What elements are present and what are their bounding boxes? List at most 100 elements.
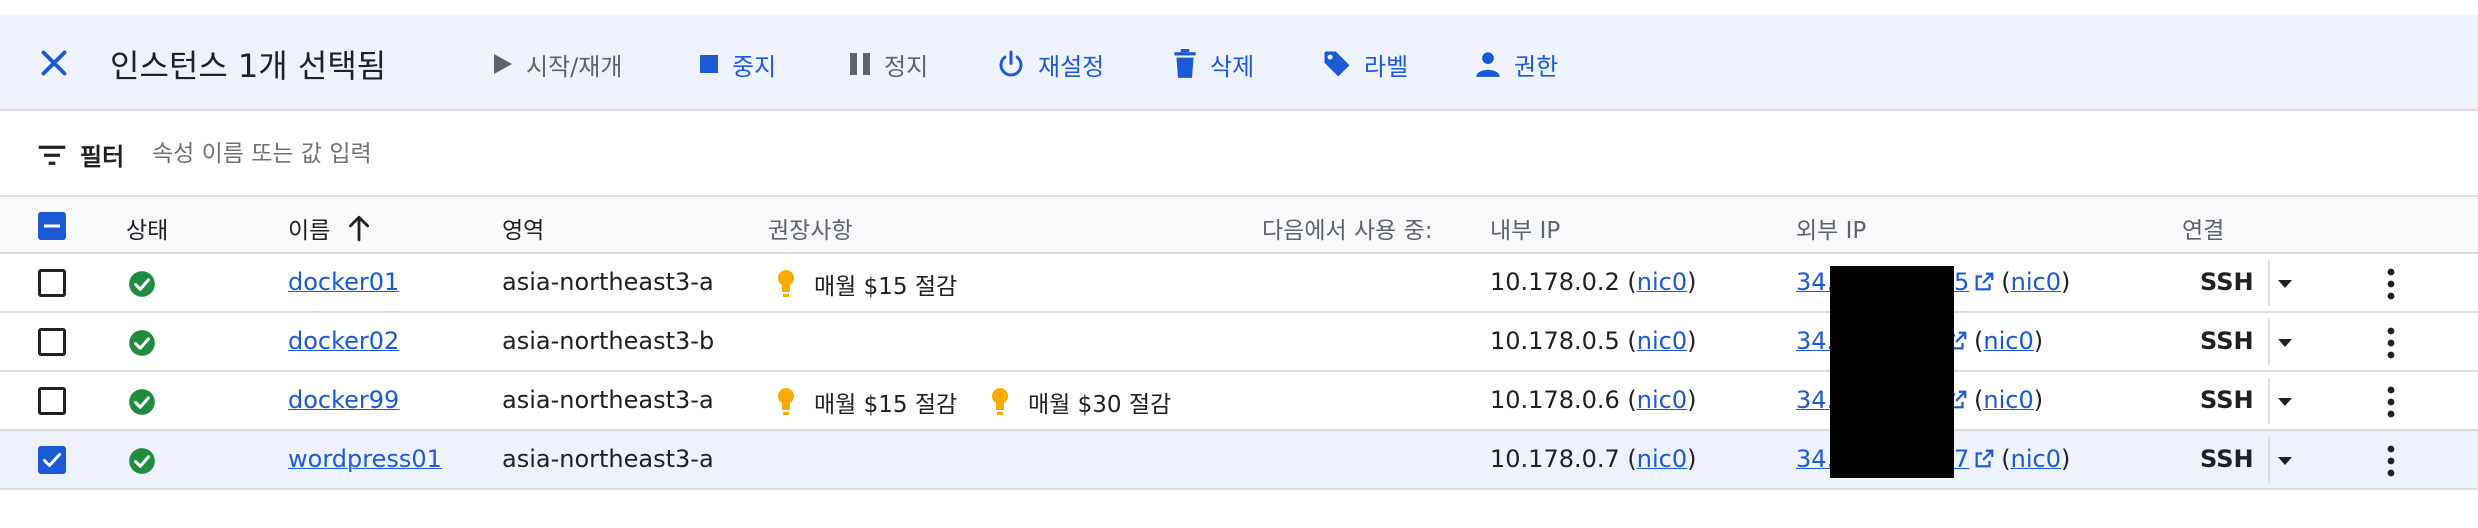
external-ip: 34. (1796, 268, 1834, 296)
row-checkbox[interactable] (38, 446, 66, 474)
stop-label: 중지 (732, 52, 777, 81)
caret-down-icon[interactable] (2272, 392, 2298, 412)
permissions-button[interactable]: 권한 (1474, 47, 1558, 81)
table-row[interactable]: docker01 asia-northeast3-a 매월 $15 절감 10.… (0, 254, 2478, 313)
instance-name-link[interactable]: docker99 (288, 386, 399, 414)
lightbulb-icon (778, 270, 794, 297)
delete-button[interactable]: 삭제 (1172, 47, 1254, 81)
more-vert-icon[interactable] (2376, 443, 2406, 479)
filter-label: 필터 (80, 143, 125, 171)
recommendation[interactable]: 매월 $15 절감 (776, 385, 957, 419)
column-recommendations[interactable]: 권장사항 (768, 211, 853, 245)
table-row[interactable]: docker02 asia-northeast3-b 10.178.0.5 (n… (0, 313, 2478, 372)
trash-icon (1174, 49, 1196, 78)
column-external-ip[interactable]: 외부 IP (1796, 211, 1866, 245)
recommendation[interactable]: 매월 $15 절감 (776, 267, 957, 301)
zone-value: asia-northeast3-a (502, 445, 714, 473)
internal-ip-value: 10.178.0.5 (1490, 327, 1620, 355)
internal-nic-link[interactable]: nic0 (1637, 268, 1687, 296)
labels-button[interactable]: 라벨 (1322, 47, 1408, 81)
column-internal-ip[interactable]: 내부 IP (1490, 211, 1560, 245)
open-in-new-icon[interactable] (1973, 448, 1995, 470)
table-header: 상태 이름 영역 권장사항 다음에서 사용 중: 내부 IP 외부 IP 연결 (0, 197, 2478, 254)
caret-down-icon[interactable] (2272, 451, 2298, 471)
stop-icon (700, 55, 718, 73)
check-circle-icon (129, 271, 155, 297)
recommendation-label: 매월 $15 절감 (814, 392, 958, 418)
play-icon (494, 54, 512, 74)
labels-label: 라벨 (1364, 52, 1409, 81)
column-status[interactable]: 상태 (126, 211, 168, 245)
external-ip-link[interactable]: 34. (1796, 445, 1834, 473)
power-icon (999, 50, 1023, 77)
external-ip-link-end[interactable]: 5 (1954, 268, 1969, 296)
ssh-button[interactable]: SSH (2200, 386, 2254, 414)
internal-nic-link[interactable]: nic0 (1637, 445, 1687, 473)
check-circle-icon (129, 389, 155, 415)
internal-ip-value: 10.178.0.2 (1490, 268, 1620, 296)
caret-down-icon[interactable] (2272, 274, 2298, 294)
external-ip-link[interactable]: 34. (1796, 268, 1834, 296)
row-checkbox[interactable] (38, 269, 66, 297)
suspend-button[interactable]: 정지 (848, 47, 928, 81)
more-vert-icon[interactable] (2376, 266, 2406, 302)
more-vert-icon[interactable] (2376, 384, 2406, 420)
external-ip-link-end[interactable]: 7 (1954, 445, 1969, 473)
external-nic-link[interactable]: nic0 (1983, 386, 2033, 414)
internal-ip: 10.178.0.2 (nic0) (1490, 268, 1697, 296)
column-name[interactable]: 이름 (288, 211, 372, 245)
external-ip-tail: (nic0) (1942, 386, 2043, 414)
minus-icon (44, 224, 60, 228)
instance-name-link[interactable]: docker01 (288, 268, 399, 296)
filter-bar: 필터 (0, 111, 2478, 197)
internal-ip-value: 10.178.0.7 (1490, 445, 1620, 473)
external-ip: 34. (1796, 386, 1834, 414)
recommendation-label: 매월 $15 절감 (814, 274, 958, 300)
external-ip-link[interactable]: 34. (1796, 386, 1834, 414)
stop-button[interactable]: 중지 (698, 47, 776, 81)
external-nic-link[interactable]: nic0 (1983, 327, 2033, 355)
ssh-button[interactable]: SSH (2200, 327, 2254, 355)
external-ip-tail: 5 (nic0) (1954, 268, 2071, 296)
row-checkbox[interactable] (38, 387, 66, 415)
external-ip-tail: (nic0) (1942, 327, 2043, 355)
open-in-new-icon[interactable] (1973, 271, 1995, 293)
check-circle-icon (129, 448, 155, 474)
close-icon[interactable] (36, 45, 72, 81)
more-vert-icon[interactable] (2376, 325, 2406, 361)
start-resume-button[interactable]: 시작/재개 (492, 47, 622, 81)
external-nic-link[interactable]: nic0 (2011, 445, 2061, 473)
permissions-label: 권한 (1514, 52, 1559, 81)
table-row[interactable]: docker99 asia-northeast3-a 매월 $15 절감 매월 … (0, 372, 2478, 431)
pause-icon (850, 53, 870, 75)
internal-nic-link[interactable]: nic0 (1637, 386, 1687, 414)
instance-name-link[interactable]: wordpress01 (288, 445, 442, 473)
recommendation[interactable]: 매월 $30 절감 (990, 385, 1171, 419)
column-in-use-by[interactable]: 다음에서 사용 중: (1262, 211, 1433, 245)
reset-button[interactable]: 재설정 (996, 47, 1104, 81)
filter-input[interactable] (150, 133, 1054, 175)
select-all-checkbox[interactable] (38, 212, 66, 240)
internal-nic-link[interactable]: nic0 (1637, 327, 1687, 355)
delete-label: 삭제 (1210, 52, 1255, 81)
redaction-block (1830, 266, 1954, 478)
external-nic-link[interactable]: nic0 (2011, 268, 2061, 296)
ssh-button[interactable]: SSH (2200, 445, 2254, 473)
start-resume-label: 시작/재개 (526, 52, 623, 81)
action-toolbar: 인스턴스 1개 선택됨 시작/재개 중지 정지 재설정 삭제 라벨 권한 (0, 15, 2478, 111)
row-checkbox[interactable] (38, 328, 66, 356)
external-ip-link[interactable]: 34. (1796, 327, 1834, 355)
table-row[interactable]: wordpress01 asia-northeast3-a 10.178.0.7… (0, 431, 2478, 490)
ssh-divider (2268, 378, 2270, 424)
column-name-label: 이름 (288, 218, 331, 244)
instance-name-link[interactable]: docker02 (288, 327, 399, 355)
filter-icon[interactable] (36, 139, 68, 171)
check-circle-icon (129, 330, 155, 356)
column-connect[interactable]: 연결 (2182, 211, 2224, 245)
caret-down-icon[interactable] (2272, 333, 2298, 353)
column-zone[interactable]: 영역 (502, 211, 544, 245)
ssh-button[interactable]: SSH (2200, 268, 2254, 296)
recommendation-label: 매월 $30 절감 (1028, 392, 1172, 418)
ssh-divider (2268, 437, 2270, 483)
checkmark-icon (43, 453, 61, 467)
